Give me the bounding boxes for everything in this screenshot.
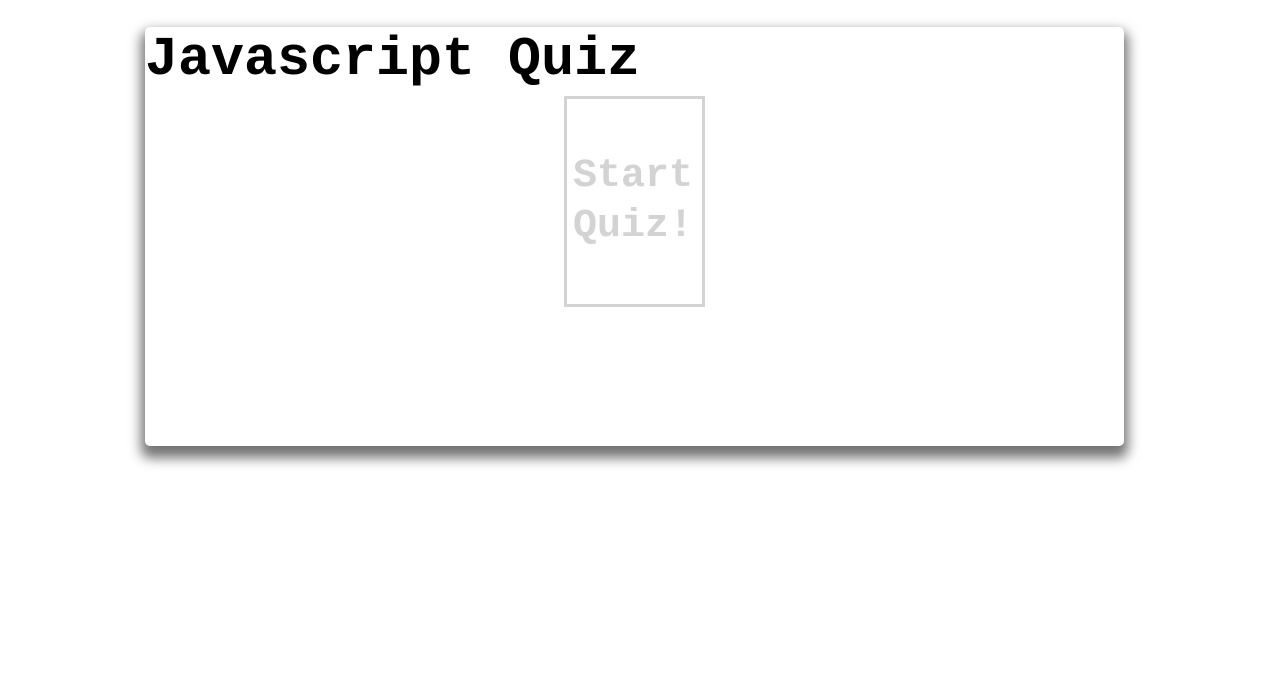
quiz-card: Javascript Quiz Start Quiz!	[145, 27, 1124, 446]
start-quiz-label-line1: Start	[573, 153, 694, 199]
start-quiz-label-line2: Quiz!	[573, 203, 694, 249]
start-quiz-button[interactable]: Start Quiz!	[564, 96, 705, 307]
page-title: Javascript Quiz	[145, 28, 641, 91]
